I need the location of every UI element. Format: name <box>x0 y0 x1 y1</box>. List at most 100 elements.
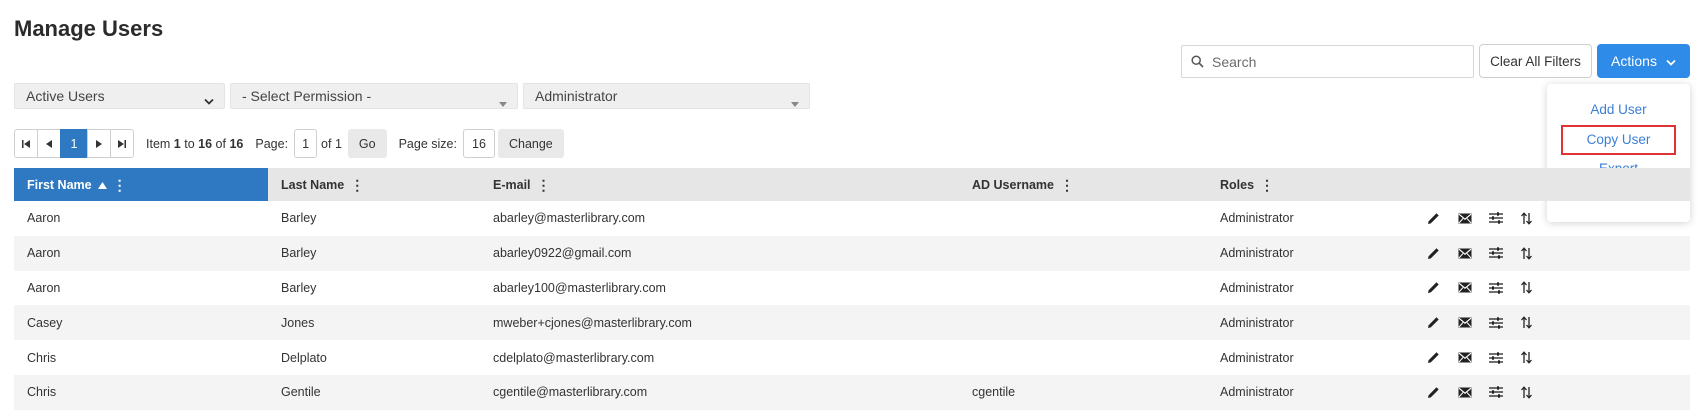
page-size-input[interactable]: 16 <box>462 129 495 158</box>
sort-arrows-icon <box>1519 246 1534 261</box>
menu-item-add-user[interactable]: Add User <box>1547 96 1690 125</box>
column-menu-icon[interactable]: ⋮ <box>537 178 551 192</box>
status-select[interactable]: Active Users <box>14 83 225 109</box>
caret-down-icon <box>499 94 507 110</box>
permissions-button[interactable] <box>1488 246 1503 261</box>
change-button[interactable]: Change <box>497 129 564 158</box>
column-menu-icon[interactable]: ⋮ <box>113 178 127 192</box>
edit-button[interactable] <box>1426 280 1441 295</box>
prev-page-button[interactable] <box>37 129 61 158</box>
column-label: First Name <box>27 177 92 192</box>
envelope-icon <box>1457 211 1472 226</box>
permissions-button[interactable] <box>1488 350 1503 365</box>
role-select[interactable]: Administrator <box>523 83 810 109</box>
row-actions <box>1426 305 1534 340</box>
edit-button[interactable] <box>1426 246 1441 261</box>
first-name-cell: Aaron <box>27 246 61 261</box>
sliders-icon <box>1488 246 1503 261</box>
email-button[interactable] <box>1457 385 1472 400</box>
email-button[interactable] <box>1457 280 1472 295</box>
table-row[interactable]: Aaron Barley abarley@masterlibrary.com Admi… <box>14 201 1690 236</box>
last-name-cell: Barley <box>281 246 317 261</box>
reorder-button[interactable] <box>1519 211 1534 226</box>
reorder-button[interactable] <box>1519 350 1534 365</box>
roles-cell: Administrator <box>1220 211 1294 226</box>
column-header-last-name[interactable]: Last Name ⋮ <box>281 168 364 201</box>
permissions-button[interactable] <box>1488 385 1503 400</box>
column-label: Roles <box>1220 177 1255 192</box>
table-header: First Name ⋮ Last Name ⋮ E-mail ⋮ AD Use… <box>14 168 1690 201</box>
page-title: Manage Users <box>14 16 164 41</box>
row-actions <box>1426 271 1534 306</box>
table-row[interactable]: Chris Gentile cgentile@masterlibrary.com cg… <box>14 374 1690 410</box>
sliders-icon <box>1488 315 1503 330</box>
actions-button[interactable]: Actions <box>1597 44 1690 78</box>
envelope-icon <box>1457 246 1472 261</box>
pencil-icon <box>1426 211 1441 226</box>
permissions-button[interactable] <box>1488 315 1503 330</box>
column-menu-icon[interactable]: ⋮ <box>1060 178 1074 192</box>
reorder-button[interactable] <box>1519 246 1534 261</box>
email-cell: abarley0922@gmail.com <box>493 246 632 261</box>
email-cell: cgentile@masterlibrary.com <box>493 385 648 400</box>
roles-cell: Administrator <box>1220 280 1294 295</box>
reorder-button[interactable] <box>1519 280 1534 295</box>
roles-cell: Administrator <box>1220 315 1294 330</box>
sort-arrows-icon <box>1519 385 1534 400</box>
page-label: Page: <box>255 136 289 151</box>
email-cell: mweber+cjones@masterlibrary.com <box>493 315 692 330</box>
email-button[interactable] <box>1457 350 1472 365</box>
edit-button[interactable] <box>1426 211 1441 226</box>
column-header-ad-username[interactable]: AD Username ⋮ <box>972 168 1074 201</box>
column-label: AD Username <box>972 177 1054 192</box>
page-size-label: Page size: <box>398 136 457 151</box>
chevron-down-icon <box>1666 53 1676 69</box>
pencil-icon <box>1426 385 1441 400</box>
permission-select-value: - Select Permission - <box>242 88 372 104</box>
edit-button[interactable] <box>1426 315 1441 330</box>
first-name-cell: Aaron <box>27 280 61 295</box>
column-menu-icon[interactable]: ⋮ <box>1260 178 1274 192</box>
search-input[interactable] <box>1212 53 1462 70</box>
clear-all-filters-button[interactable]: Clear All Filters <box>1479 44 1592 78</box>
edit-button[interactable] <box>1426 350 1441 365</box>
email-button[interactable] <box>1457 246 1472 261</box>
last-page-button[interactable] <box>110 129 134 158</box>
sliders-icon <box>1488 385 1503 400</box>
row-actions <box>1426 375 1534 410</box>
page-of-label: of 1 <box>321 136 342 151</box>
column-header-email[interactable]: E-mail ⋮ <box>493 168 551 201</box>
email-cell: abarley@masterlibrary.com <box>493 211 646 226</box>
edit-button[interactable] <box>1426 385 1441 400</box>
table-row[interactable]: Aaron Barley abarley100@masterlibrary.com A… <box>14 271 1690 306</box>
go-button[interactable]: Go <box>347 129 387 158</box>
caret-down-icon <box>791 94 799 110</box>
reorder-button[interactable] <box>1519 315 1534 330</box>
sliders-icon <box>1488 280 1503 295</box>
permission-select[interactable]: - Select Permission - <box>230 83 518 109</box>
first-page-button[interactable] <box>14 129 38 158</box>
table-row[interactable]: Aaron Barley abarley0922@gmail.com Administ… <box>14 235 1690 271</box>
last-name-cell: Barley <box>281 211 317 226</box>
item-prefix: Item <box>146 136 171 151</box>
row-actions <box>1426 340 1534 375</box>
email-cell: abarley100@masterlibrary.com <box>493 280 666 295</box>
email-button[interactable] <box>1457 211 1472 226</box>
next-page-button[interactable] <box>87 129 111 158</box>
table-row[interactable]: Casey Jones mweber+cjones@masterlibrary.co… <box>14 305 1690 341</box>
column-header-roles[interactable]: Roles ⋮ <box>1220 168 1274 201</box>
reorder-button[interactable] <box>1519 385 1534 400</box>
email-button[interactable] <box>1457 315 1472 330</box>
menu-item-copy-user[interactable]: Copy User <box>1561 124 1676 155</box>
pencil-icon <box>1426 315 1441 330</box>
search-box[interactable] <box>1181 45 1474 78</box>
roles-cell: Administrator <box>1220 385 1294 400</box>
column-header-first-name[interactable]: First Name ⋮ <box>14 168 268 201</box>
permissions-button[interactable] <box>1488 280 1503 295</box>
table-row[interactable]: Chris Delplato cdelplato@masterlibrary.com… <box>14 340 1690 375</box>
roles-cell: Administrator <box>1220 246 1294 261</box>
permissions-button[interactable] <box>1488 211 1503 226</box>
page-number-button[interactable]: 1 <box>60 129 88 158</box>
column-menu-icon[interactable]: ⋮ <box>350 178 364 192</box>
page-input[interactable]: 1 <box>294 129 318 158</box>
